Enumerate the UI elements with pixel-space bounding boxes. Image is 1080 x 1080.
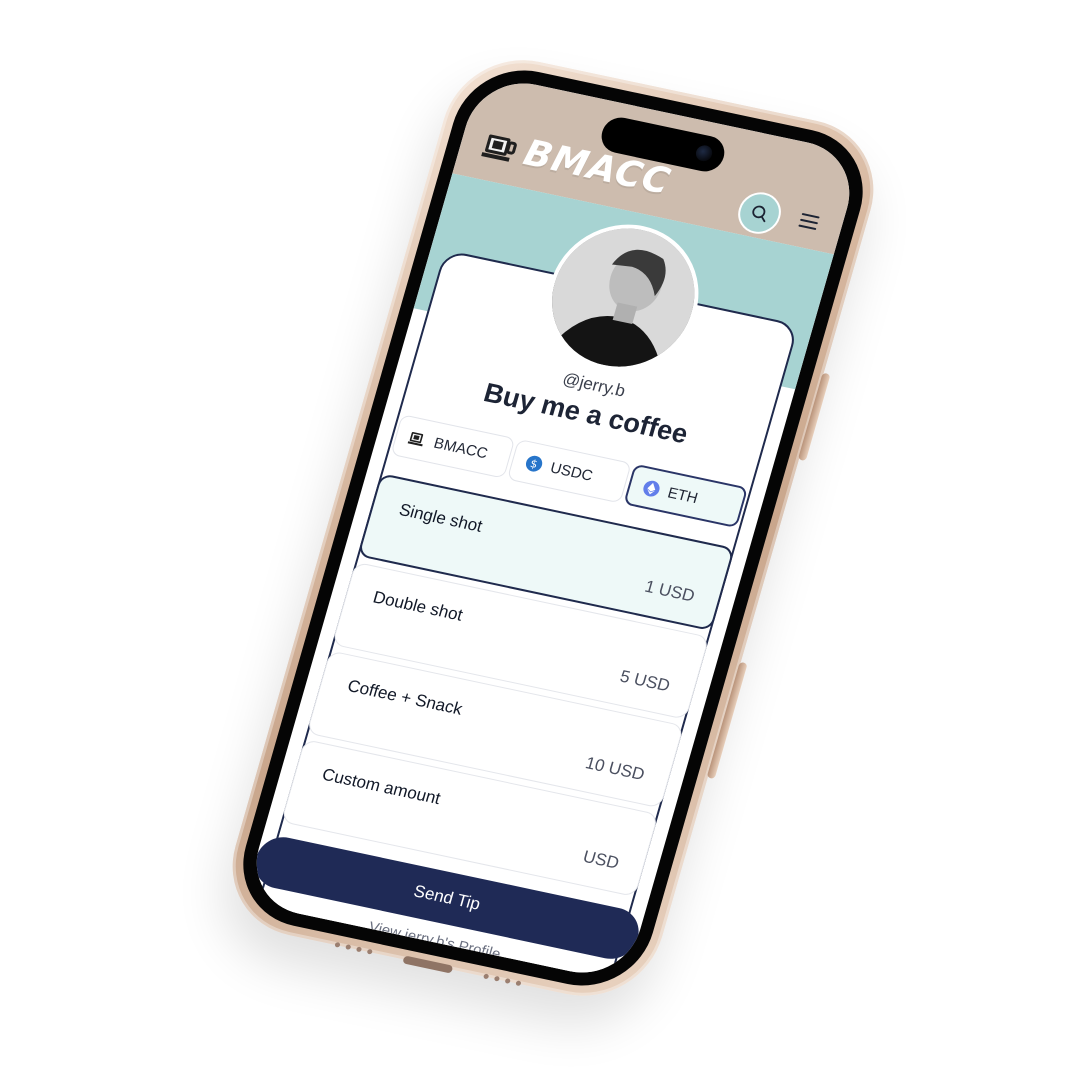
speaker-grille: [331, 941, 375, 955]
coffee-cup-icon: [481, 134, 517, 162]
phone-screen: BMACC @jerry.b Buy me a coffee BMACC $ U…: [243, 73, 863, 983]
bmacc-logo-icon: [407, 429, 429, 448]
search-button[interactable]: [733, 188, 786, 238]
search-icon: [752, 205, 766, 223]
token-label: BMACC: [431, 434, 490, 462]
menu-icon: [798, 224, 817, 231]
menu-icon: [799, 218, 819, 225]
usdc-icon: $: [523, 453, 546, 474]
token-label: USDC: [548, 459, 595, 485]
speaker-grille: [480, 973, 524, 987]
option-name: Single shot: [396, 500, 485, 536]
phone-frame: BMACC @jerry.b Buy me a coffee BMACC $ U…: [214, 46, 892, 1010]
stage: BMACC @jerry.b Buy me a coffee BMACC $ U…: [0, 0, 1080, 1080]
eth-icon: [640, 478, 663, 499]
option-price: 10 USD: [583, 753, 647, 784]
token-label: ETH: [665, 483, 700, 507]
option-name: Custom amount: [320, 764, 443, 809]
menu-icon: [801, 212, 820, 219]
tip-options: Single shot 1 USD Double shot 5 USD Coff…: [279, 473, 736, 903]
menu-button[interactable]: [798, 212, 820, 231]
phone-bezel: BMACC @jerry.b Buy me a coffee BMACC $ U…: [227, 57, 879, 999]
option-price: USD: [580, 846, 622, 873]
option-name: Double shot: [370, 587, 465, 625]
option-price: 1 USD: [642, 576, 697, 606]
option-name: Coffee + Snack: [345, 676, 465, 719]
option-price: 5 USD: [617, 666, 673, 696]
camera-icon: [694, 143, 715, 163]
